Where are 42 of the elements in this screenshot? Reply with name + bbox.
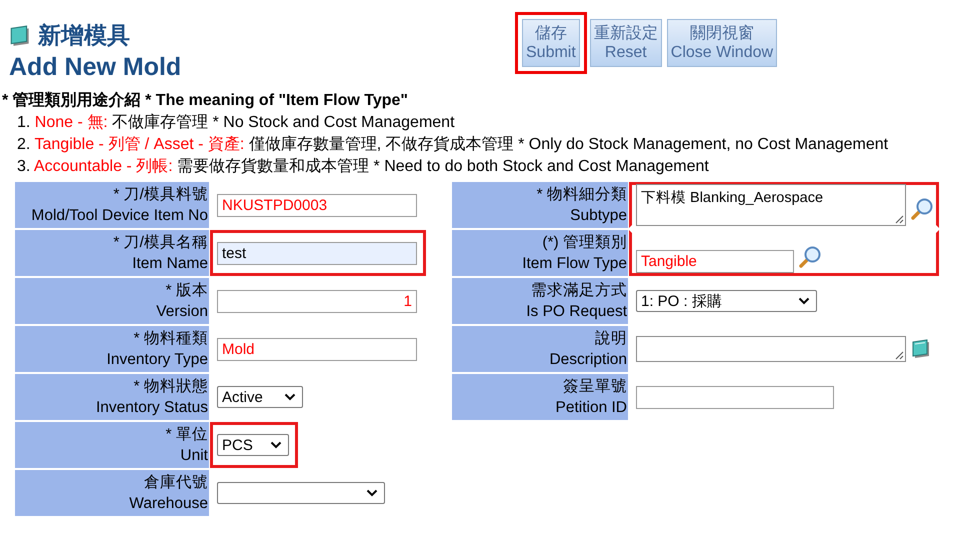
field-label: * 單位 Unit [15, 422, 209, 468]
book-icon [910, 338, 932, 360]
form-button[interactable]: 重新設定 Reset [590, 19, 662, 67]
input-field[interactable]: Tangible [636, 250, 794, 273]
legend-item: 1. None - 無: 不做庫存管理 * No Stock and Cost Management [16, 112, 456, 133]
field-label: 需求滿足方式 Is PO Request [452, 278, 628, 324]
field-label: 簽呈單號 Petition ID [452, 374, 628, 420]
resize-grip-icon[interactable] [894, 214, 904, 224]
input-field[interactable] [636, 386, 834, 408]
page-title: 新增模具 [38, 21, 130, 50]
form-button[interactable]: 儲存 Submit [522, 19, 580, 67]
dropdown[interactable]: PCS [217, 434, 289, 456]
field-label: * 物料細分類 Subtype [452, 182, 628, 228]
text-area[interactable]: 下料模 Blanking_Aerospace [636, 184, 906, 226]
chevron-down-icon[interactable] [366, 489, 378, 497]
resize-grip-icon[interactable] [894, 350, 904, 360]
input-field[interactable]: Mold [217, 338, 417, 360]
input-field[interactable]: NKUSTPD0003 [217, 194, 417, 216]
field-label: 說明 Description [452, 326, 628, 372]
dropdown[interactable]: Active [217, 386, 303, 408]
field-label: * 刀/模具料號 Mold/Tool Device Item No [15, 182, 209, 228]
form-button[interactable]: 關閉視窗 Close Window [666, 19, 778, 67]
search-icon[interactable] [798, 245, 822, 269]
field-label: * 版本 Version [15, 278, 209, 324]
page-title: Add New Mold [8, 53, 182, 82]
field-label: 倉庫代號 Warehouse [15, 470, 209, 516]
chevron-down-icon[interactable] [270, 441, 282, 449]
field-label: * 刀/模具名稱 Item Name [15, 230, 209, 276]
search-icon[interactable] [910, 197, 934, 221]
field-label: (*) 管理類別 Item Flow Type [452, 230, 628, 276]
legend-item: 3. Accountable - 列帳: 需要做存貨數量和成本管理 * Need to do both Stock and Cost Management [16, 156, 710, 177]
field-label: * 物料種類 Inventory Type [15, 326, 209, 372]
input-field[interactable]: 1 [217, 290, 417, 312]
dropdown[interactable] [217, 482, 385, 504]
legend-item: 2. Tangible - 列管 / Asset - 資產: 僅做庫存數量管理, 不做存貨成本管理 * Only do Stock Management, no Cost Management [16, 134, 890, 155]
legend-heading: * 管理類別用途介紹 * The meaning of "Item Flow Type" [2, 90, 410, 111]
text-area[interactable] [636, 336, 906, 362]
input-field[interactable]: test [217, 242, 417, 264]
chevron-down-icon[interactable] [284, 393, 296, 401]
field-label: * 物料狀態 Inventory Status [15, 374, 209, 420]
dropdown[interactable]: 1: PO : 採購 [636, 290, 817, 312]
chevron-down-icon[interactable] [798, 297, 810, 305]
